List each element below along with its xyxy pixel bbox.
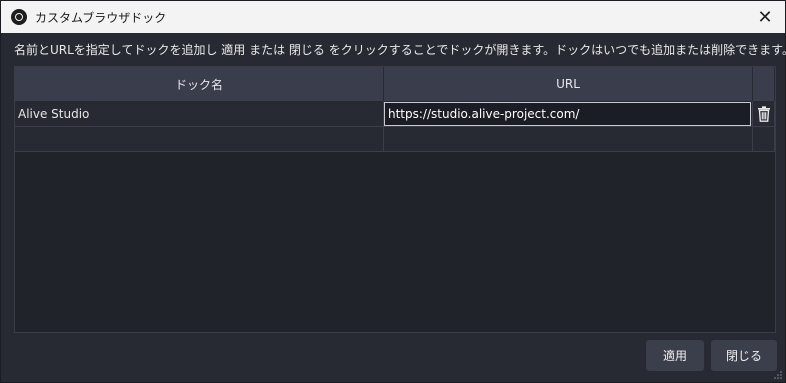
apply-button[interactable]: 適用 [646, 340, 704, 371]
obs-logo-icon [11, 9, 27, 25]
dock-name-value: Alive Studio [18, 106, 90, 121]
resize-grip-icon[interactable] [774, 371, 782, 379]
column-header-dock-name[interactable]: ドック名 [15, 67, 384, 101]
table-row-2-name-cell[interactable] [15, 127, 384, 152]
title-bar: カスタムブラウザドック ✕ [1, 1, 785, 33]
window-title: カスタムブラウザドック [35, 10, 167, 25]
table-row-2-action-cell [753, 127, 775, 152]
table-row-1-name-cell[interactable]: Alive Studio [15, 101, 384, 127]
column-header-url[interactable]: URL [384, 67, 753, 101]
instruction-text: 名前とURLを指定してドックを追加し 適用 または 閉じる をクリックすることで… [14, 43, 786, 57]
table-row-2-url-cell[interactable] [384, 127, 753, 152]
close-window-button[interactable]: ✕ [745, 1, 785, 33]
column-header-actions [753, 67, 775, 101]
close-button[interactable]: 閉じる [711, 340, 777, 371]
url-input[interactable] [384, 102, 751, 126]
custom-browser-docks-dialog: カスタムブラウザドック ✕ 名前とURLを指定してドックを追加し 適用 または … [0, 0, 786, 383]
docks-table: ドック名 URL Alive Studio [14, 66, 776, 333]
trash-icon[interactable] [755, 104, 773, 124]
